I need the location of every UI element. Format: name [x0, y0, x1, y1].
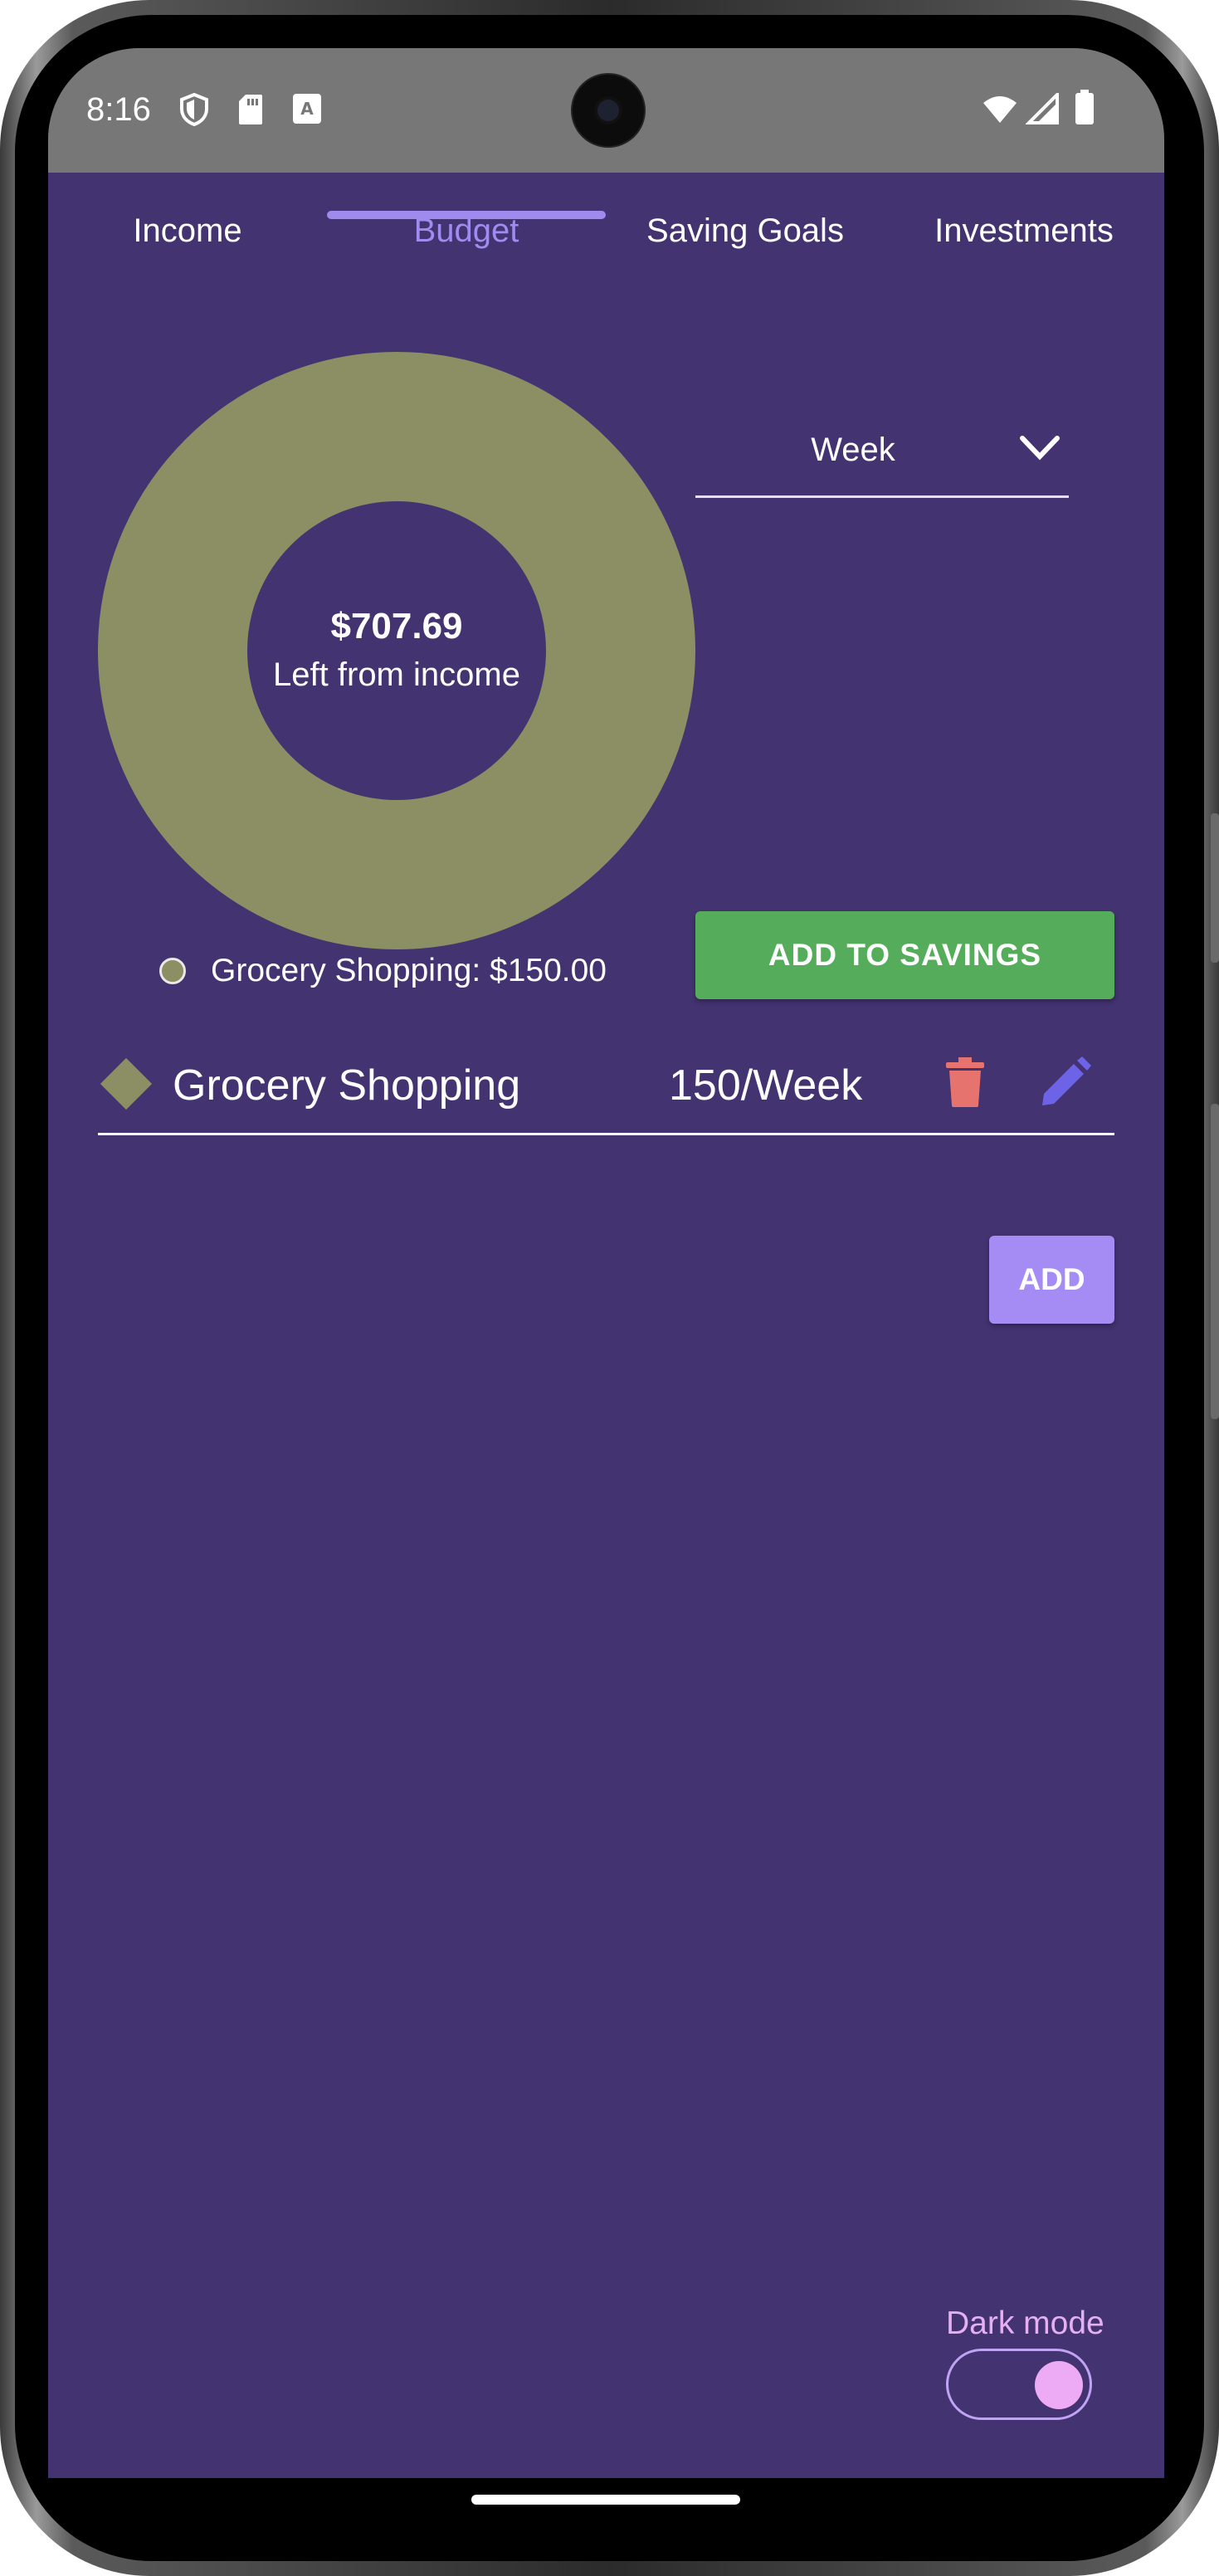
battery-icon [1075, 90, 1094, 124]
add-budget-button[interactable]: ADD [989, 1236, 1114, 1324]
active-tab-indicator [327, 211, 606, 219]
tab-bar: Income Budget Saving Goals Investments [48, 173, 1164, 314]
category-color-diamond [100, 1057, 153, 1110]
status-bar: 8:16 A [48, 48, 1164, 173]
shield-icon [180, 93, 208, 126]
pencil-edit-icon[interactable] [1039, 1056, 1092, 1109]
cell-signal-icon [1026, 93, 1059, 124]
font-a-icon: A [293, 94, 321, 124]
budget-item-name: Grocery Shopping [173, 1061, 521, 1110]
donut-center-text: $707.69 Left from income [98, 352, 695, 949]
budget-item-amount: 150/Week [669, 1061, 863, 1110]
tab-income[interactable]: Income [48, 173, 327, 289]
legend-text: Grocery Shopping: $150.00 [211, 953, 607, 988]
dark-mode-label: Dark mode [946, 2305, 1104, 2341]
home-indicator[interactable] [471, 2495, 740, 2505]
tab-budget[interactable]: Budget [327, 173, 606, 289]
budget-item-row: Grocery Shopping 150/Week [98, 1036, 1114, 1135]
period-dropdown-value: Week [811, 432, 895, 468]
sd-card-icon [239, 95, 262, 124]
period-dropdown[interactable]: Week [695, 382, 1069, 498]
volume-button [1211, 813, 1219, 963]
svg-text:A: A [300, 99, 314, 119]
tab-investments[interactable]: Investments [885, 173, 1163, 289]
power-button [1211, 1104, 1219, 1419]
toggle-knob [1035, 2361, 1083, 2409]
remaining-label: Left from income [273, 656, 520, 693]
add-to-savings-button[interactable]: ADD TO SAVINGS [695, 911, 1114, 999]
chart-legend: Grocery Shopping: $150.00 [159, 953, 607, 989]
budget-donut-chart: $707.69 Left from income [98, 352, 695, 949]
tab-saving-goals[interactable]: Saving Goals [606, 173, 885, 289]
app-screen: 8:16 A Income Budget Saving Goals Invest… [48, 48, 1164, 2478]
front-camera [571, 73, 646, 148]
dark-mode-toggle[interactable] [946, 2349, 1092, 2420]
chevron-down-icon [1020, 436, 1060, 461]
legend-dot [159, 958, 186, 984]
remaining-amount: $707.69 [330, 606, 463, 646]
trash-icon[interactable] [944, 1056, 986, 1109]
status-time: 8:16 [86, 91, 151, 128]
wifi-icon [983, 96, 1017, 123]
